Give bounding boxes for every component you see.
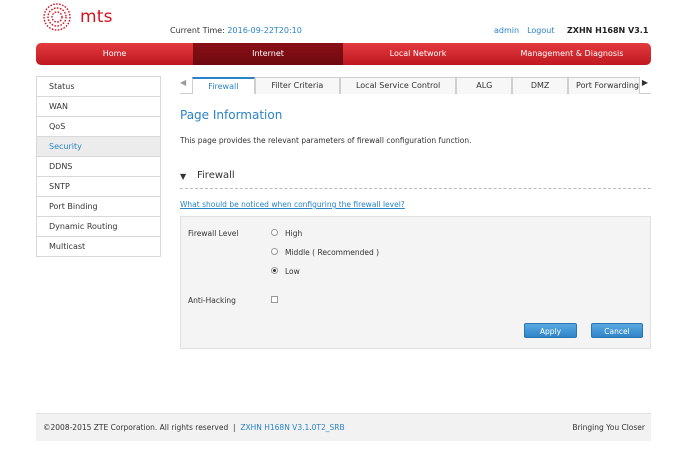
logo-rings-icon: [43, 3, 71, 31]
footer-slogan: Bringing You Closer: [572, 423, 645, 432]
firewall-section-header[interactable]: ▼ Firewall: [180, 170, 651, 189]
username-link[interactable]: admin: [494, 26, 519, 35]
sub-tabs: Firewall Filter Criteria Local Service C…: [192, 77, 640, 94]
copyright-text: ©2008-2015 ZTE Corporation. All rights r…: [43, 423, 229, 432]
radio-low-label[interactable]: Low: [285, 267, 300, 276]
sidebar-item-wan[interactable]: WAN: [37, 97, 160, 117]
tab-local-service-control[interactable]: Local Service Control: [339, 77, 457, 94]
footer-separator: |: [233, 423, 236, 432]
main-tab-internet[interactable]: Internet: [193, 43, 343, 65]
sidebar: Status WAN QoS Security DDNS SNTP Port B…: [36, 76, 161, 257]
tab-filter-criteria[interactable]: Filter Criteria: [254, 77, 340, 94]
anti-hacking-checkbox[interactable]: [271, 296, 278, 303]
brand-name: mts: [80, 7, 113, 27]
sidebar-item-qos[interactable]: QoS: [37, 117, 160, 137]
mts-logo: mts: [40, 2, 120, 34]
collapse-triangle-icon[interactable]: ▼: [180, 172, 186, 181]
apply-button[interactable]: Apply: [524, 323, 577, 338]
footer-copyright-line: ©2008-2015 ZTE Corporation. All rights r…: [43, 423, 345, 432]
current-time: Current Time: 2016-09-22T20:10: [170, 26, 302, 35]
sidebar-item-ddns[interactable]: DDNS: [37, 157, 160, 177]
device-model: ZXHN H168N V3.1: [567, 26, 649, 35]
logout-link[interactable]: Logout: [527, 26, 554, 35]
tab-alg[interactable]: ALG: [456, 77, 513, 94]
firewall-level-label: Firewall Level: [188, 229, 239, 238]
radio-high[interactable]: [271, 229, 278, 236]
main-tab-management-diagnosis[interactable]: Management & Diagnosis: [493, 43, 651, 65]
tab-port-forwarding[interactable]: Port Forwarding: [568, 77, 640, 94]
sidebar-item-sntp[interactable]: SNTP: [37, 177, 160, 197]
tab-scroll-left-icon[interactable]: ◀: [180, 78, 186, 87]
sidebar-item-dynamic-routing[interactable]: Dynamic Routing: [37, 217, 160, 237]
main-nav: Home Internet Local Network Management &…: [36, 43, 651, 65]
sub-tab-bar: ◀ Firewall Filter Criteria Local Service…: [180, 77, 651, 94]
page-description: This page provides the relevant paramete…: [180, 136, 472, 145]
anti-hacking-label: Anti-Hacking: [188, 296, 236, 305]
radio-middle[interactable]: [271, 248, 278, 255]
radio-low[interactable]: [271, 267, 278, 274]
firewall-settings-panel: Firewall Level High Middle ( Recommended…: [180, 216, 651, 349]
sidebar-item-security[interactable]: Security: [37, 137, 160, 157]
firewall-notice-link[interactable]: What should be noticed when configuring …: [180, 200, 405, 209]
time-label: Current Time:: [170, 26, 225, 35]
sidebar-item-multicast[interactable]: Multicast: [37, 237, 160, 257]
radio-high-label[interactable]: High: [285, 229, 302, 238]
time-value: 2016-09-22T20:10: [227, 26, 302, 35]
user-area: admin Logout: [494, 26, 554, 35]
tab-firewall[interactable]: Firewall: [192, 77, 255, 94]
cancel-button[interactable]: Cancel: [591, 323, 643, 338]
tab-scroll-right-icon[interactable]: ▶: [642, 78, 648, 87]
sidebar-item-port-binding[interactable]: Port Binding: [37, 197, 160, 217]
sidebar-item-status[interactable]: Status: [37, 77, 160, 97]
radio-middle-label[interactable]: Middle ( Recommended ): [285, 248, 379, 257]
tab-dmz[interactable]: DMZ: [512, 77, 569, 94]
main-tab-local-network[interactable]: Local Network: [343, 43, 493, 65]
section-title: Firewall: [197, 170, 235, 181]
firmware-version: ZXHN H168N V3.1.0T2_SRB: [240, 423, 345, 432]
footer: ©2008-2015 ZTE Corporation. All rights r…: [36, 413, 651, 441]
page-title: Page Information: [180, 108, 283, 122]
main-tab-home[interactable]: Home: [36, 43, 193, 65]
